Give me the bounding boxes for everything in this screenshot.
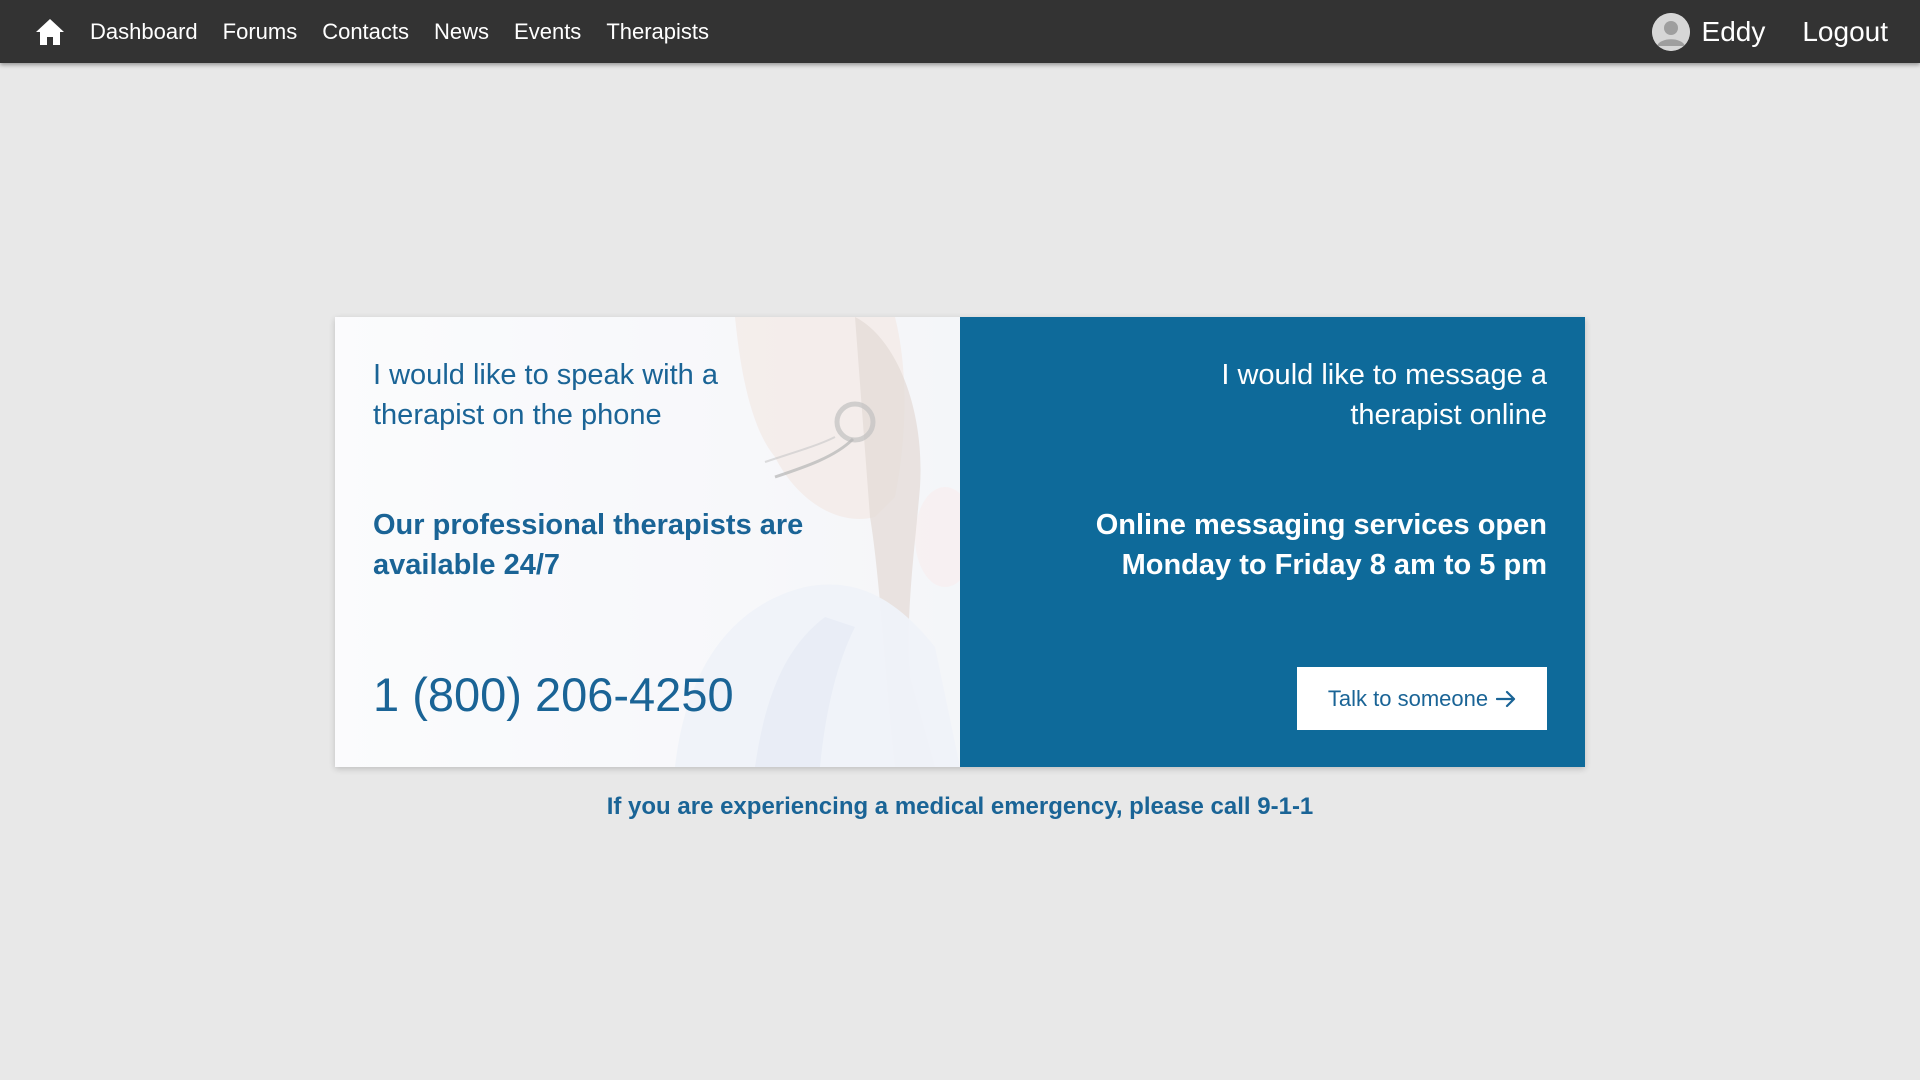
- talk-to-someone-button[interactable]: Talk to someone: [1297, 667, 1547, 730]
- user-menu[interactable]: Eddy: [1651, 12, 1766, 51]
- messaging-hours-text: Online messaging services open Monday to…: [1095, 509, 1547, 581]
- nav-news[interactable]: News: [434, 19, 489, 45]
- nav-forums[interactable]: Forums: [223, 19, 298, 45]
- talk-button-label: Talk to someone: [1327, 685, 1489, 711]
- nav-contacts[interactable]: Contacts: [322, 19, 409, 45]
- user-avatar-icon: [1651, 12, 1690, 51]
- nav-events[interactable]: Events: [514, 19, 581, 45]
- nav-dashboard[interactable]: Dashboard: [90, 19, 198, 45]
- contact-card: I would like to speak with a therapist o…: [335, 317, 1585, 767]
- phone-panel: I would like to speak with a therapist o…: [335, 317, 960, 767]
- home-button[interactable]: [24, 0, 76, 63]
- arrow-right-icon: [1496, 690, 1516, 707]
- online-panel: I would like to message a therapist onli…: [960, 317, 1585, 767]
- phone-heading: I would like to speak with a therapist o…: [373, 359, 718, 431]
- availability-text: Our professional therapists are availabl…: [373, 509, 804, 581]
- nav-therapists[interactable]: Therapists: [606, 19, 709, 45]
- phone-panel-text: I would like to speak with a therapist o…: [373, 355, 940, 585]
- username: Eddy: [1701, 15, 1766, 47]
- home-icon: [36, 18, 64, 45]
- nav-links: Dashboard Forums Contacts News Events Th…: [90, 19, 734, 45]
- phone-number-link[interactable]: 1 (800) 206-4250: [373, 667, 734, 723]
- emergency-notice: If you are experiencing a medical emerge…: [606, 793, 1314, 820]
- logout-link[interactable]: Logout: [1802, 16, 1888, 48]
- top-navbar: Dashboard Forums Contacts News Events Th…: [0, 0, 1920, 63]
- online-heading: I would like to message a therapist onli…: [1221, 359, 1547, 431]
- nav-right: Eddy Logout: [1651, 12, 1888, 51]
